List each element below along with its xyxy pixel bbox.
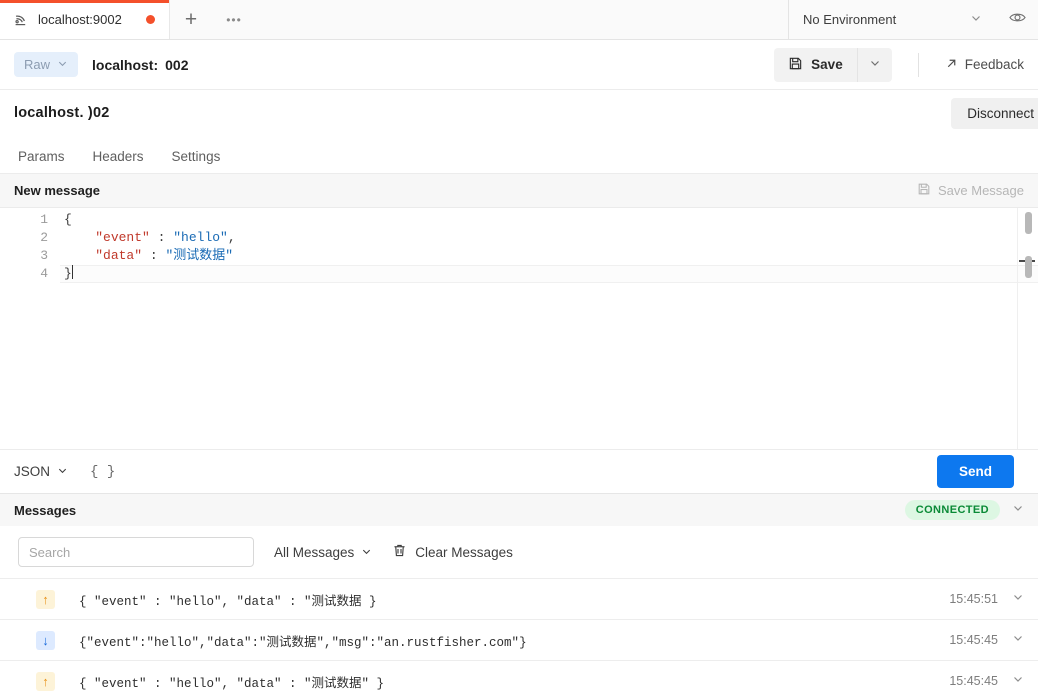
tab-localhost-9002[interactable]: localhost:9002 [0, 0, 170, 39]
line-number: 3 [40, 248, 48, 263]
url-port: )02 [87, 105, 110, 121]
breadcrumb-host: localhost: [92, 56, 159, 73]
filter-label: All Messages [274, 544, 355, 560]
message-timestamp: 15:45:51 [949, 592, 998, 606]
messages-filter-bar: All Messages Clear Messages [0, 526, 1038, 578]
toolbar-divider [917, 52, 919, 77]
environment-selector[interactable]: No Environment [788, 0, 996, 39]
url-row: localhost. )02 Disconnect [0, 90, 1038, 136]
chevron-down-icon[interactable] [1012, 631, 1024, 649]
unsaved-dot-icon [146, 15, 155, 24]
code-lines[interactable]: { "event" : "hello", "data" : "测试数据" } [60, 211, 1038, 283]
code-line-4: } [60, 265, 1038, 283]
disconnect-button[interactable]: Disconnect [951, 97, 1038, 129]
editor-rail-divider [1017, 208, 1018, 449]
search-box[interactable] [18, 537, 254, 567]
websocket-client-window: localhost:9002 + ••• No Environment Raw [0, 0, 1038, 700]
arrow-up-icon: ↑ [36, 589, 55, 609]
new-tab-button[interactable]: + [170, 0, 212, 39]
chevron-down-icon [970, 11, 982, 29]
status-badge: CONNECTED [904, 500, 1000, 520]
arrow-up-right-icon [945, 57, 958, 73]
save-message-button[interactable]: Save Message [917, 182, 1024, 199]
line-number: 4 [40, 266, 48, 281]
beautify-button[interactable]: { } [90, 464, 115, 480]
search-input[interactable] [29, 544, 243, 560]
breadcrumb-port: 002 [165, 56, 189, 73]
save-button-group: Save [774, 47, 892, 82]
new-message-header: New message Save Message [0, 174, 1038, 208]
message-timestamp: 15:45:45 [949, 633, 998, 647]
tab-bar: localhost:9002 + ••• No Environment [0, 0, 1038, 40]
breadcrumb: localhost: 002 [92, 57, 188, 73]
clear-messages-button[interactable]: Clear Messages [392, 543, 513, 561]
message-text: { "event" : "hello", "data" : "测试数据 } [79, 594, 377, 609]
chevron-down-icon [57, 57, 68, 72]
format-label: JSON [14, 464, 51, 479]
environment-quick-look-button[interactable] [996, 0, 1038, 39]
feedback-label: Feedback [964, 57, 1024, 72]
message-text: {"event":"hello","data":"测试数据","msg":"an… [79, 635, 527, 650]
raw-mode-selector[interactable]: Raw [14, 52, 79, 77]
chevron-down-icon[interactable] [1012, 590, 1024, 608]
arrow-up-icon: ↑ [36, 671, 55, 691]
tab-params[interactable]: Params [18, 149, 65, 173]
table-row[interactable]: ↑ { "event" : "hello", "data" : "测试数据 } … [0, 578, 1038, 619]
message-editor[interactable]: 1 2 3 4 { "event" : "hello", "data" : "测… [0, 208, 1038, 450]
connection-url[interactable]: localhost. )02 [14, 105, 109, 121]
code-line-2: "event" : "hello", [95, 230, 236, 245]
editor-scrollbar-thumb-top[interactable] [1025, 212, 1032, 234]
raw-label: Raw [24, 57, 51, 72]
tab-options-icon[interactable]: ••• [212, 0, 256, 39]
websocket-icon [14, 12, 30, 28]
code-line-1: { [64, 212, 72, 227]
clear-messages-label: Clear Messages [415, 544, 513, 560]
floppy-icon [917, 182, 931, 199]
chevron-down-icon [869, 56, 881, 74]
table-row[interactable]: ↑ { "event" : "hello", "data" : "测试数据" }… [0, 660, 1038, 700]
eye-icon [1008, 9, 1026, 31]
chevron-down-icon [57, 464, 68, 479]
chevron-down-icon[interactable] [1012, 501, 1024, 519]
chevron-down-icon[interactable] [1012, 672, 1024, 690]
request-toolbar: Raw localhost: 002 Save Feedback [0, 40, 1038, 90]
new-message-title: New message [14, 183, 100, 198]
trash-icon [392, 543, 407, 561]
url-host: localhost. [14, 105, 84, 121]
messages-list: ↑ { "event" : "hello", "data" : "测试数据 } … [0, 578, 1038, 700]
line-number-gutter: 1 2 3 4 [0, 211, 60, 283]
line-number: 1 [40, 212, 48, 227]
tab-settings[interactable]: Settings [172, 149, 221, 173]
line-number: 2 [40, 230, 48, 245]
message-format-selector[interactable]: JSON [14, 464, 68, 479]
message-text: { "event" : "hello", "data" : "测试数据" } [79, 676, 385, 691]
save-label: Save [811, 57, 843, 72]
feedback-link[interactable]: Feedback [945, 57, 1024, 73]
messages-title: Messages [14, 502, 77, 518]
send-button[interactable]: Send [936, 455, 1014, 488]
save-button[interactable]: Save [774, 47, 857, 82]
editor-scrollbar-thumb-bottom[interactable] [1025, 256, 1032, 278]
chevron-down-icon [361, 545, 372, 560]
messages-header: Messages CONNECTED [0, 494, 1038, 526]
arrow-down-icon: ↓ [36, 630, 55, 650]
tab-headers[interactable]: Headers [93, 149, 144, 173]
save-options-button[interactable] [856, 47, 892, 82]
floppy-icon [788, 56, 803, 74]
tab-label: localhost:9002 [38, 12, 122, 27]
request-tabs: Params Headers Settings [0, 136, 1038, 174]
table-row[interactable]: ↓ {"event":"hello","data":"测试数据","msg":"… [0, 619, 1038, 660]
code-line-3: "data" : "测试数据" [95, 248, 234, 263]
code-area[interactable]: 1 2 3 4 { "event" : "hello", "data" : "测… [0, 208, 1038, 283]
tab-bar-spacer [256, 0, 788, 39]
message-timestamp: 15:45:45 [949, 674, 998, 688]
environment-name: No Environment [803, 12, 897, 27]
save-message-label: Save Message [938, 183, 1024, 198]
message-filter-selector[interactable]: All Messages [274, 545, 372, 560]
editor-footer: JSON { } Send [0, 450, 1038, 494]
